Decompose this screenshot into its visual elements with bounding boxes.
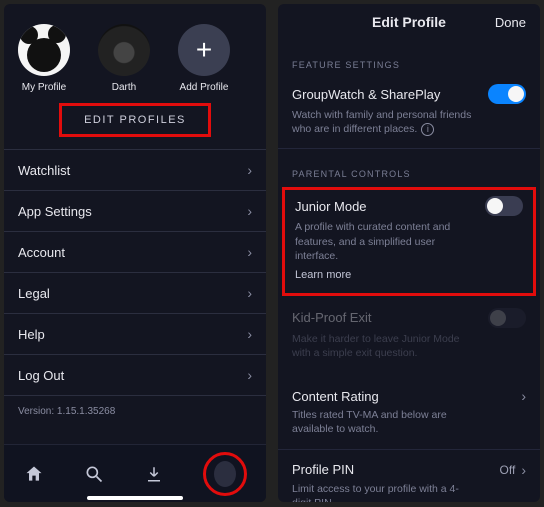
setting-title-text: Kid-Proof Exit [292, 310, 371, 325]
profile-darth[interactable]: Darth [98, 24, 150, 93]
info-icon[interactable]: i [421, 123, 434, 136]
page-title: Edit Profile [372, 14, 446, 30]
edit-profile-screen: Edit Profile Done FEATURE SETTINGS Group… [278, 4, 540, 502]
menu-label: App Settings [18, 204, 92, 219]
setting-title-text: Profile PIN [292, 462, 354, 477]
chevron-right-icon: › [247, 326, 252, 342]
menu-log-out[interactable]: Log Out › [4, 355, 266, 396]
version-label: Version: 1.15.1.35268 [4, 396, 266, 427]
junior-mode-highlight: Junior Mode A profile with curated conte… [282, 187, 536, 296]
setting-desc: Make it harder to leave Junior Mode with… [292, 332, 526, 360]
setting-desc: Titles rated TV-MA and below are availab… [292, 408, 526, 436]
menu-app-settings[interactable]: App Settings › [4, 191, 266, 232]
setting-junior-title: Junior Mode [295, 199, 367, 214]
chevron-right-icon: › [247, 285, 252, 301]
add-profile[interactable]: + Add Profile [178, 24, 230, 93]
search-icon[interactable] [83, 463, 105, 485]
profile-tab-highlight [203, 452, 247, 496]
chevron-right-icon: › [247, 244, 252, 260]
tab-bar [4, 444, 266, 502]
setting-kid-proof-exit: Kid-Proof Exit Make it harder to leave J… [278, 296, 540, 372]
menu-help[interactable]: Help › [4, 314, 266, 355]
plus-icon: + [178, 24, 230, 76]
profile-my-profile[interactable]: My Profile [18, 24, 70, 93]
settings-screen: My Profile Darth + Add Profile EDIT PROF… [4, 4, 266, 502]
profile-tab-icon[interactable] [214, 463, 236, 485]
setting-desc: Watch with family and personal friends w… [292, 108, 526, 136]
setting-groupwatch[interactable]: GroupWatch & SharePlay Watch with family… [278, 78, 540, 149]
setting-profile-pin[interactable]: Profile PIN Off › Limit access to your p… [278, 450, 540, 502]
learn-more-link[interactable]: Learn more [295, 269, 351, 281]
menu-account[interactable]: Account › [4, 232, 266, 273]
setting-title-text: GroupWatch & SharePlay [292, 87, 440, 102]
chevron-right-icon: › [521, 462, 526, 478]
setting-junior-desc: A profile with curated content and featu… [295, 220, 523, 263]
menu-legal[interactable]: Legal › [4, 273, 266, 314]
chevron-right-icon: › [521, 388, 526, 404]
menu-watchlist[interactable]: Watchlist › [4, 150, 266, 191]
menu-label: Watchlist [18, 163, 70, 178]
home-icon[interactable] [23, 463, 45, 485]
profile-label: Add Profile [180, 82, 229, 93]
profiles-row: My Profile Darth + Add Profile [4, 4, 266, 97]
menu-label: Legal [18, 286, 50, 301]
menu-label: Account [18, 245, 65, 260]
profile-label: Darth [112, 82, 136, 93]
downloads-icon[interactable] [143, 463, 165, 485]
menu-list: Watchlist › App Settings › Account › Legal ›… [4, 149, 266, 396]
edit-profiles-wrap: EDIT PROFILES [4, 97, 266, 149]
setting-desc: Limit access to your profile with a 4-di… [292, 482, 526, 502]
setting-content-rating[interactable]: Content Rating › Titles rated TV-MA and … [278, 372, 540, 449]
done-button[interactable]: Done [495, 15, 526, 30]
edit-profiles-button[interactable]: EDIT PROFILES [61, 105, 209, 135]
menu-label: Help [18, 327, 45, 342]
toggle-kid-proof [488, 308, 526, 328]
chevron-right-icon: › [247, 367, 252, 383]
pin-value: Off [500, 463, 516, 477]
home-indicator [87, 496, 183, 500]
toggle-groupwatch[interactable] [488, 84, 526, 104]
avatar-darth-vader [98, 24, 150, 76]
profile-label: My Profile [22, 82, 66, 93]
chevron-right-icon: › [247, 162, 252, 178]
menu-label: Log Out [18, 368, 64, 383]
section-feature-settings: FEATURE SETTINGS [278, 40, 540, 78]
setting-title-text: Content Rating [292, 389, 379, 404]
setting-desc-text: Watch with family and personal friends w… [292, 109, 471, 135]
section-parental-controls: PARENTAL CONTROLS [278, 149, 540, 187]
toggle-junior-mode[interactable] [485, 196, 523, 216]
avatar-mickey [18, 24, 70, 76]
header: Edit Profile Done [278, 4, 540, 40]
chevron-right-icon: › [247, 203, 252, 219]
